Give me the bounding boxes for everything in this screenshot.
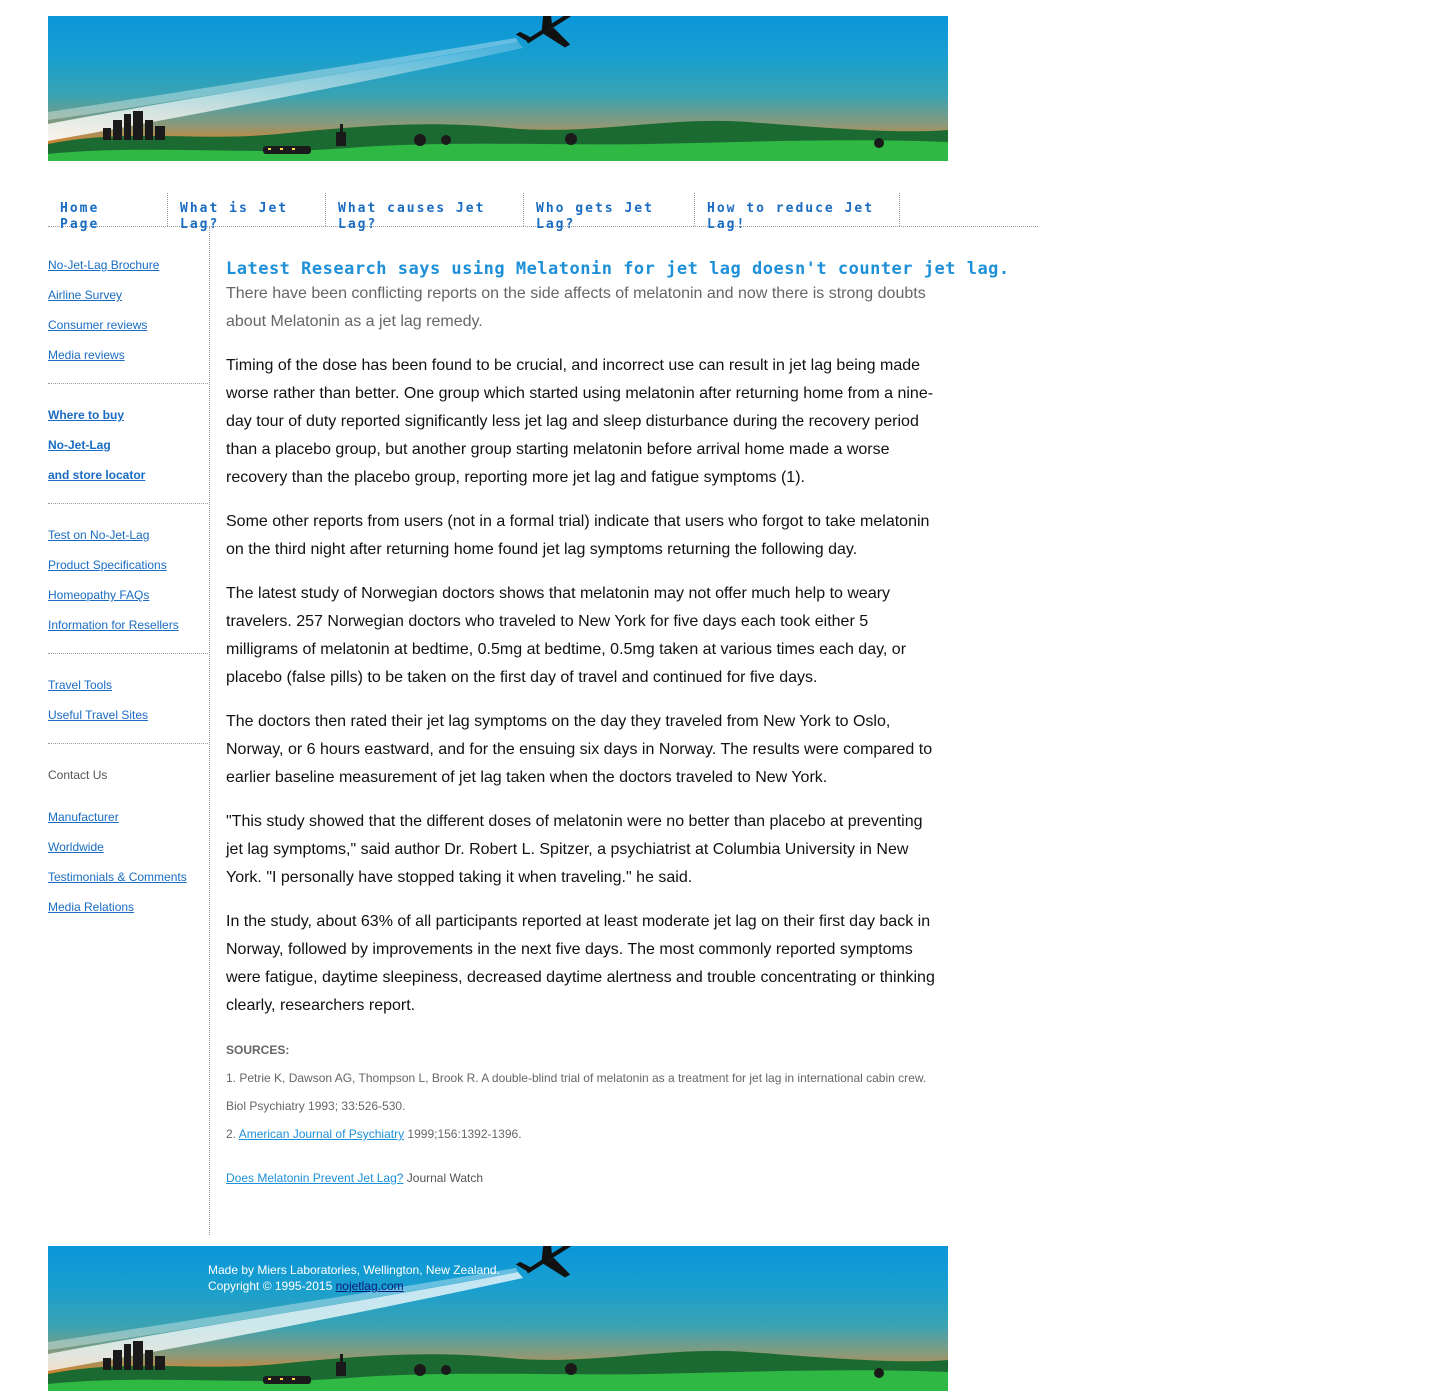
footer-copyright: Copyright © 1995-2015 nojetlag.com	[208, 1279, 404, 1293]
sidebar-link-worldwide[interactable]: Worldwide	[48, 840, 104, 854]
header-banner	[48, 16, 948, 161]
nav-who-gets-jet-lag[interactable]: Who gets Jet Lag?	[524, 193, 695, 232]
airplane-icon	[515, 1246, 571, 1278]
source-2: 2. American Journal of Psychiatry 1999;1…	[226, 1127, 522, 1141]
article-paragraph: Some other reports from users (not in a …	[226, 513, 930, 558]
article-headline: Latest Research says using Melatonin for…	[226, 259, 1010, 279]
boat	[263, 146, 311, 154]
sidebar-divider	[48, 653, 208, 654]
sidebar-link-test[interactable]: Test on No-Jet-Lag	[48, 528, 149, 542]
boat	[263, 1376, 311, 1384]
journal-watch-link[interactable]: Does Melatonin Prevent Jet Lag?	[226, 1171, 403, 1185]
nav-home[interactable]: Home Page	[48, 193, 168, 232]
article: Latest Research says using Melatonin for…	[226, 258, 1010, 1192]
sidebar-link-resellers[interactable]: Information for Resellers	[48, 618, 179, 632]
main-nav: Home Page What is Jet Lag? What causes J…	[48, 193, 1038, 232]
nav-how-to-reduce-jet-lag[interactable]: How to reduce Jet Lag!	[695, 193, 900, 232]
source-2-link[interactable]: American Journal of Psychiatry	[239, 1127, 404, 1141]
sidebar-link-testimonials[interactable]: Testimonials & Comments	[48, 870, 187, 884]
journal-watch-reference: Does Melatonin Prevent Jet Lag? Journal …	[226, 1171, 484, 1185]
nav-what-is-jet-lag[interactable]: What is Jet Lag?	[168, 193, 326, 232]
sidebar-link-consumer-reviews[interactable]: Consumer reviews	[48, 318, 147, 332]
sidebar-link-product-specifications[interactable]: Product Specifications	[48, 558, 167, 572]
sidebar-link-no-jet-lag[interactable]: No-Jet-Lag	[48, 438, 111, 452]
sidebar-link-travel-sites[interactable]: Useful Travel Sites	[48, 708, 148, 722]
sidebar-contact-heading: Contact Us	[48, 768, 108, 782]
sidebar-divider	[48, 743, 208, 744]
sidebar-link-media-reviews[interactable]: Media reviews	[48, 348, 125, 362]
nav-what-causes-jet-lag[interactable]: What causes Jet Lag?	[326, 193, 524, 232]
airplane-icon	[515, 16, 571, 48]
article-paragraph: The latest study of Norwegian doctors sh…	[226, 585, 907, 686]
sidebar-link-media-relations[interactable]: Media Relations	[48, 900, 134, 914]
footer-site-link[interactable]: nojetlag.com	[336, 1279, 404, 1293]
sidebar-link-brochure[interactable]: No-Jet-Lag Brochure	[48, 258, 159, 272]
source-1: 1. Petrie K, Dawson AG, Thompson L, Broo…	[226, 1071, 927, 1113]
article-paragraph: The doctors then rated their jet lag sym…	[226, 713, 933, 786]
sources-heading: SOURCES:	[226, 1043, 290, 1057]
article-paragraph: In the study, about 63% of all participa…	[226, 913, 935, 1014]
sidebar-link-manufacturer[interactable]: Manufacturer	[48, 810, 119, 824]
sidebar-link-where-to-buy[interactable]: Where to buy	[48, 408, 124, 422]
footer-made-by: Made by Miers Laboratories, Wellington, …	[208, 1263, 500, 1277]
sidebar: No-Jet-Lag Brochure Airline Survey Consu…	[48, 227, 210, 1235]
airplane-landscape-illustration	[48, 16, 948, 161]
sidebar-link-airline-survey[interactable]: Airline Survey	[48, 288, 122, 302]
sidebar-divider	[48, 383, 208, 384]
sidebar-link-store-locator[interactable]: and store locator	[48, 468, 145, 482]
article-paragraph: "This study showed that the different do…	[226, 813, 923, 886]
article-intro: There have been conflicting reports on t…	[226, 285, 926, 330]
sidebar-link-homeopathy-faqs[interactable]: Homeopathy FAQs	[48, 588, 149, 602]
sidebar-link-travel-tools[interactable]: Travel Tools	[48, 678, 112, 692]
article-paragraph: Timing of the dose has been found to be …	[226, 357, 934, 486]
sidebar-divider	[48, 503, 208, 504]
footer-text: Made by Miers Laboratories, Wellington, …	[208, 1262, 500, 1294]
